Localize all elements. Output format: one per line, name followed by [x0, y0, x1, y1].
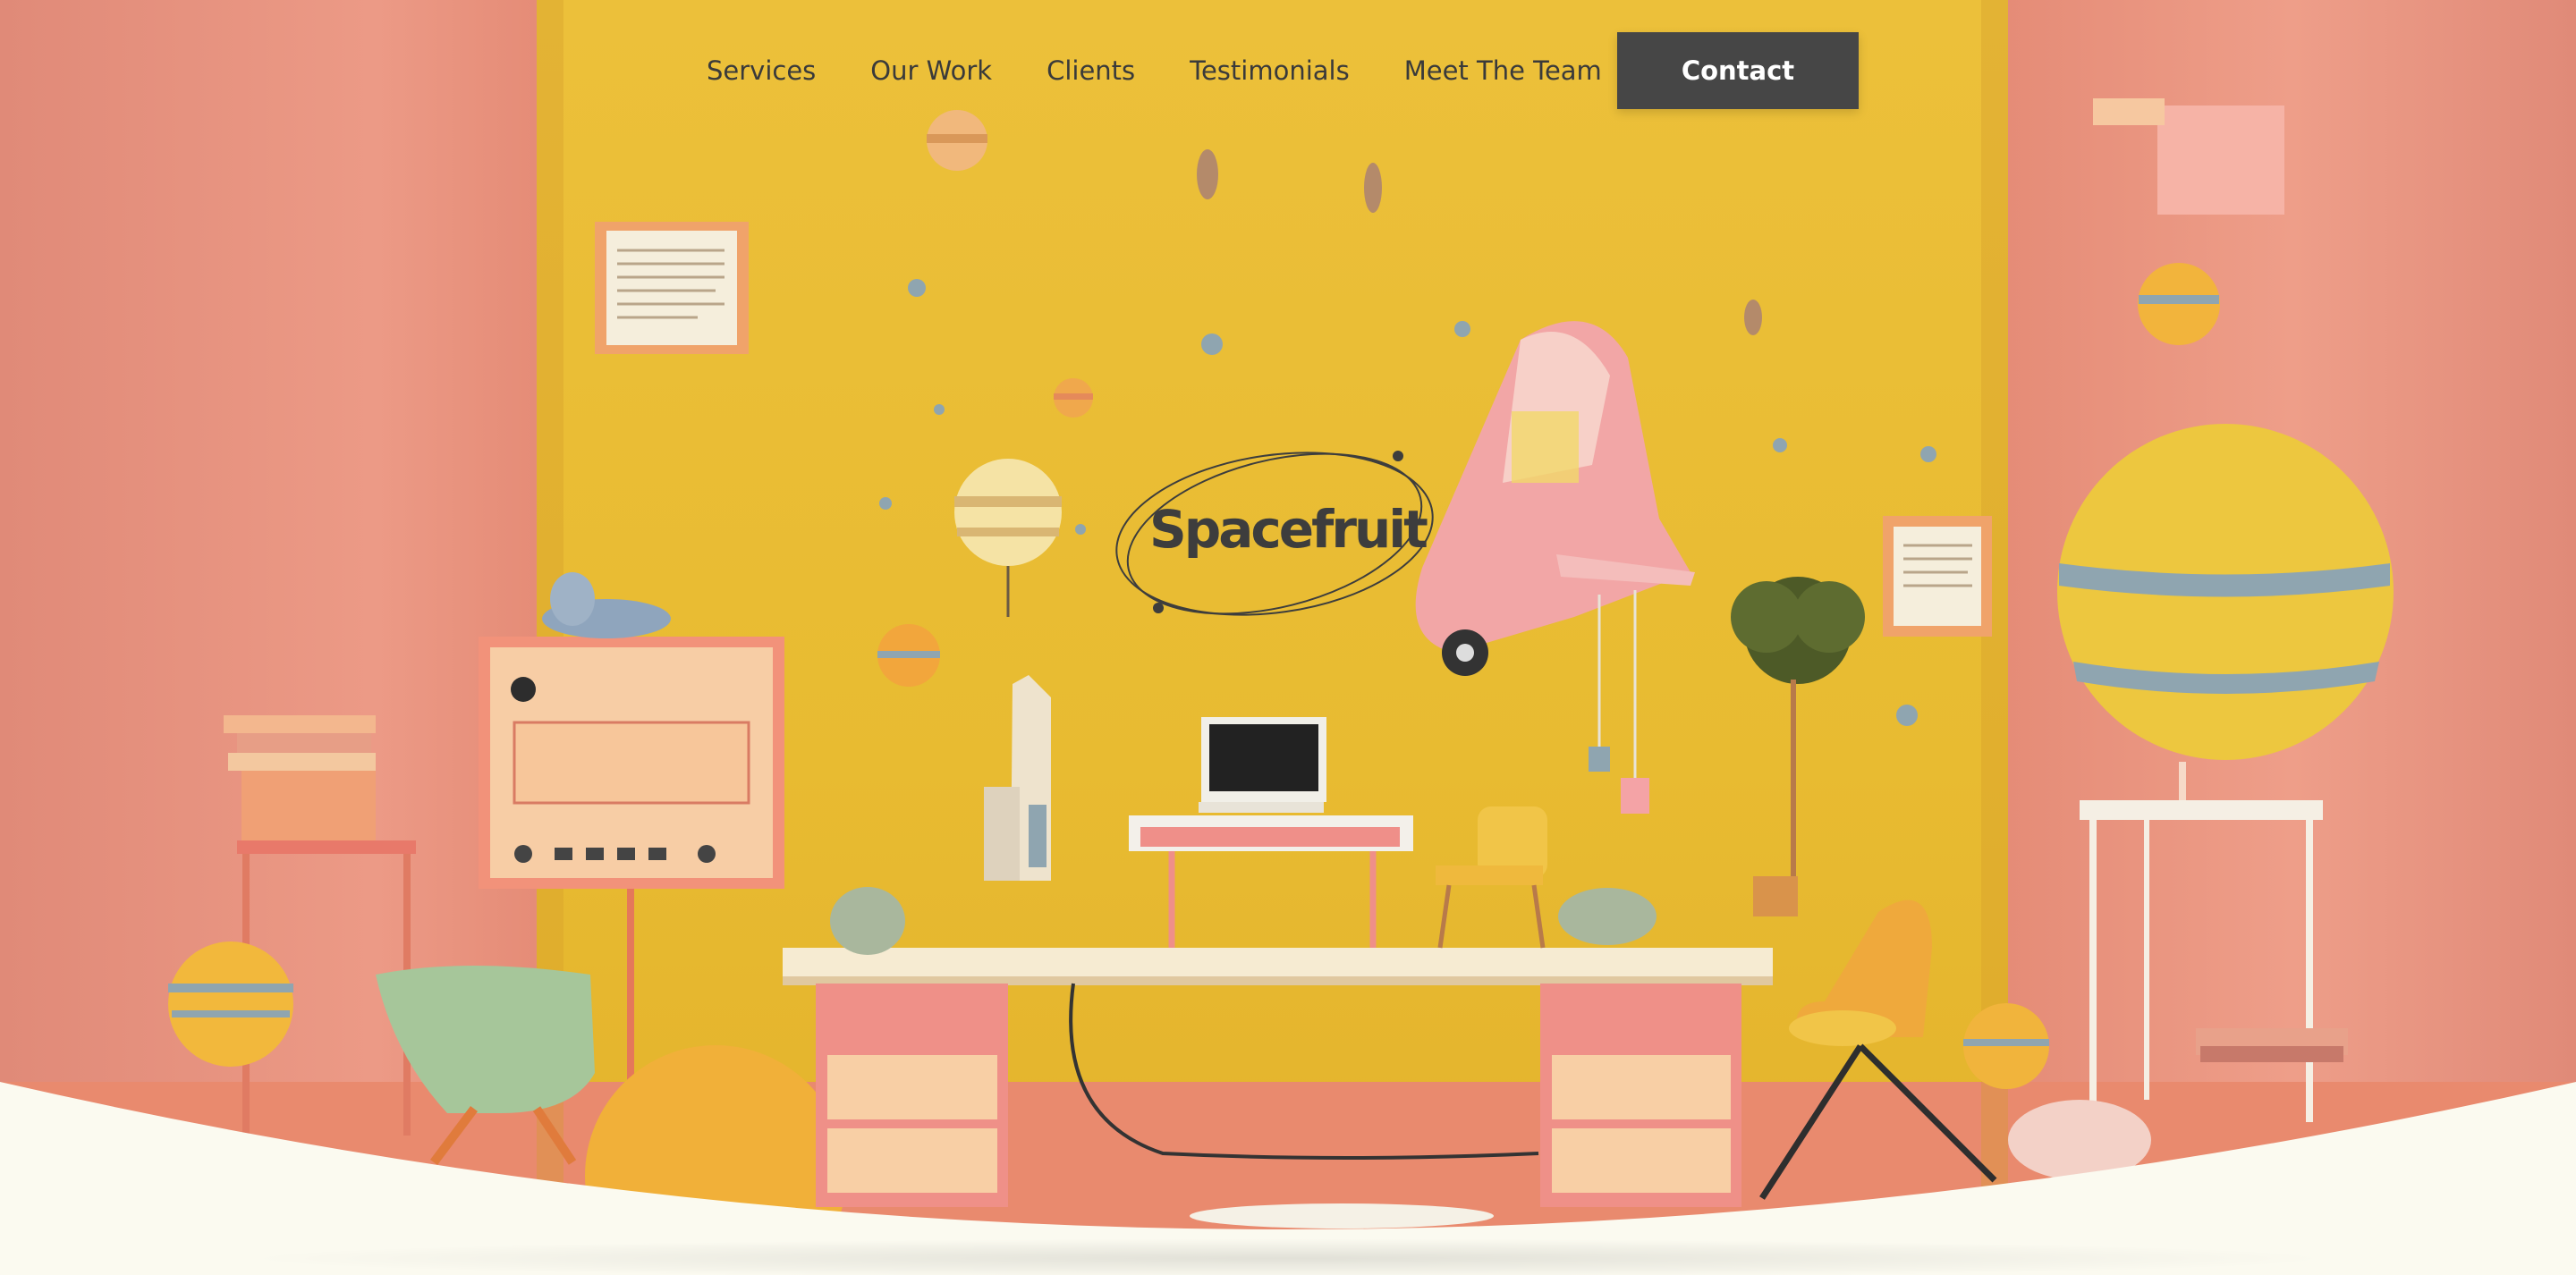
nav-link-meet-the-team[interactable]: Meet The Team [1404, 55, 1602, 86]
nav-link-clients[interactable]: Clients [1046, 55, 1135, 86]
main-nav: Services Our Work Clients Testimonials M… [707, 32, 1657, 109]
contact-button[interactable]: Contact [1617, 32, 1859, 109]
nav-link-services[interactable]: Services [707, 55, 816, 86]
nav-link-testimonials[interactable]: Testimonials [1190, 55, 1350, 86]
bottom-curve [0, 1082, 2576, 1275]
nav-link-our-work[interactable]: Our Work [870, 55, 992, 86]
spacefruit-logo[interactable]: Spacefruit [1105, 440, 1445, 637]
section-shadow [233, 1238, 2343, 1275]
logo-text: Spacefruit [1149, 499, 1428, 560]
hero-section: Spacefruit Services Our Work Clients Tes… [0, 0, 2576, 1275]
